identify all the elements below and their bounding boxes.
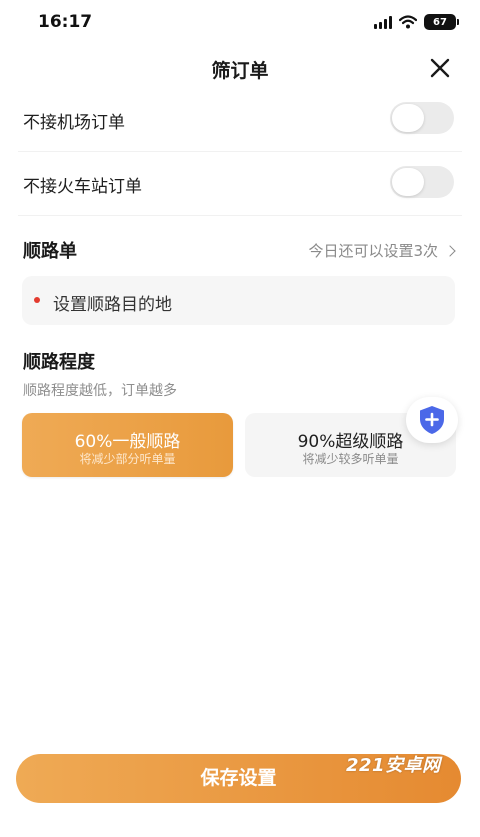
page-title: 筛订单 [211, 60, 269, 82]
set-destination-label: 设置顺路目的地 [53, 295, 172, 315]
wifi-icon [399, 15, 417, 29]
shunlu-remaining-link[interactable]: 今日还可以设置3次 [308, 240, 456, 261]
level-option-subtitle: 将减少较多听单量 [302, 452, 399, 466]
level-option-subtitle: 将减少部分听单量 [79, 452, 176, 466]
close-icon [430, 58, 450, 78]
train-station-order-label: 不接火车站订单 [23, 177, 142, 197]
status-time: 16:17 [38, 12, 93, 32]
train-station-order-row: 不接火车站订单 [18, 152, 462, 216]
status-icons: 67 [374, 14, 459, 30]
chevron-right-icon [444, 244, 456, 257]
close-button[interactable] [426, 54, 454, 82]
nav-header: 筛订单 [0, 46, 480, 90]
shunlu-remaining-text: 今日还可以设置3次 [308, 242, 438, 260]
shield-plus-icon [420, 406, 444, 434]
shunlu-section-title: 顺路单 [23, 241, 77, 262]
red-dot-icon [34, 297, 40, 303]
airport-order-label: 不接机场订单 [23, 113, 125, 133]
battery-icon: 67 [424, 14, 459, 30]
floating-shield-button[interactable] [406, 397, 458, 443]
train-station-order-toggle[interactable] [390, 166, 454, 198]
level-option-60[interactable]: 60%一般顺路 将减少部分听单量 [22, 413, 233, 477]
signal-icon [374, 15, 392, 29]
watermark: 221安卓网 [346, 755, 441, 776]
airport-order-row: 不接机场订单 [18, 88, 462, 152]
level-description: 顺路程度越低，订单越多 [23, 383, 177, 399]
toggle-knob [392, 168, 424, 196]
status-bar: 16:17 67 [0, 0, 480, 46]
set-destination-button[interactable]: 设置顺路目的地 [22, 276, 455, 325]
toggle-knob [392, 104, 424, 132]
level-section-title: 顺路程度 [23, 352, 95, 373]
level-option-title: 60%一般顺路 [74, 432, 181, 452]
airport-order-toggle[interactable] [390, 102, 454, 134]
